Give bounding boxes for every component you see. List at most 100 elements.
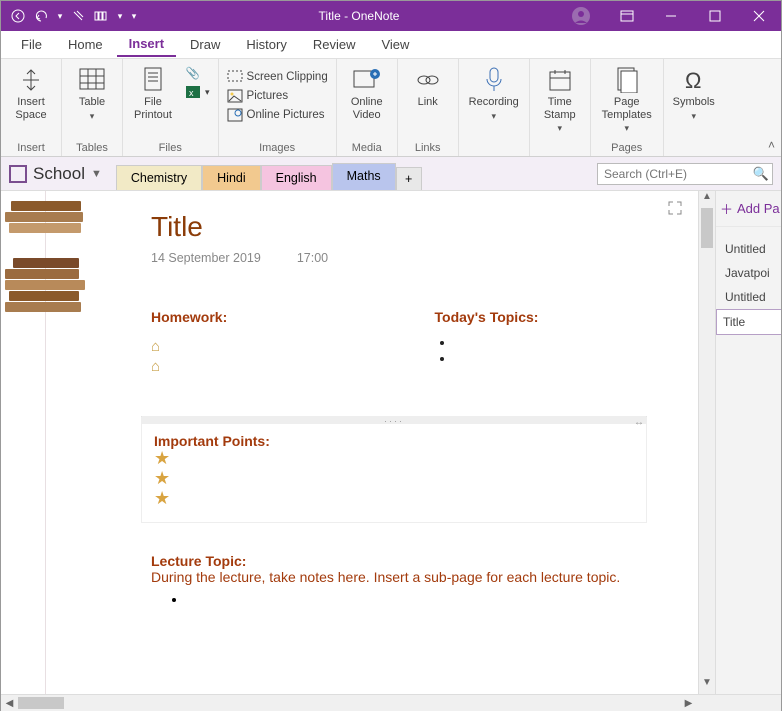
recording-button[interactable]: Recording (463, 62, 525, 121)
scroll-left-icon[interactable]: ◀ (1, 698, 18, 709)
time-stamp-button[interactable]: Time Stamp (534, 62, 586, 134)
pictures-button[interactable]: Pictures (223, 87, 332, 105)
group-links: Links (402, 142, 454, 156)
table-button[interactable]: Table (66, 62, 118, 121)
section-tabs: Chemistry Hindi English Maths + (116, 157, 422, 190)
page-templates-button[interactable]: Page Templates (595, 62, 659, 134)
lecture-topic-body[interactable]: During the lecture, take notes here. Ins… (151, 569, 678, 585)
add-page-button[interactable]: ＋Add Pa (716, 191, 781, 227)
page-list-item[interactable]: Untitled (716, 237, 781, 261)
search-input[interactable] (597, 163, 773, 185)
group-insert: Insert (5, 142, 57, 156)
scroll-down-icon[interactable]: ▼ (699, 677, 715, 694)
collapse-ribbon-icon[interactable]: ˄ (768, 138, 775, 152)
ribbon-tabs: File Home Insert Draw History Review Vie… (1, 31, 781, 59)
resize-handle-icon[interactable]: ↔ (634, 417, 644, 428)
homework-heading[interactable]: Homework: (151, 309, 395, 325)
window-controls (605, 1, 781, 31)
section-tab-chemistry[interactable]: Chemistry (116, 165, 202, 190)
online-video-button[interactable]: Online Video (341, 62, 393, 121)
star-icon: ★ (154, 469, 634, 489)
screen-clipping-icon (227, 69, 243, 85)
minimize-icon[interactable] (649, 1, 693, 31)
page-list-panel: ＋Add Pa Untitled Javatpoi Untitled Title (715, 191, 781, 694)
ribbon-mode-icon[interactable] (605, 1, 649, 31)
star-icon: ★ (154, 449, 634, 469)
window-title: Title - OneNote (147, 9, 571, 23)
close-icon[interactable] (737, 1, 781, 31)
account-icon[interactable] (571, 6, 605, 26)
homework-icons: ⌂ ⌂ (151, 337, 395, 376)
topics-list[interactable] (455, 335, 679, 367)
online-video-icon (353, 66, 381, 94)
plus-icon: ＋ (720, 199, 733, 218)
page-list-item[interactable]: Javatpoi (716, 261, 781, 285)
scroll-right-icon[interactable]: ▶ (680, 698, 697, 709)
recording-icon (480, 66, 508, 94)
symbols-button[interactable]: Ω Symbols (668, 62, 720, 121)
group-media: Media (341, 142, 393, 156)
horizontal-scrollbar[interactable]: ◀ ▶ (1, 694, 781, 711)
scroll-thumb[interactable] (701, 208, 713, 248)
page-time[interactable]: 17:00 (297, 251, 328, 265)
dock-dropdown-icon[interactable]: ▾ (115, 5, 125, 27)
vertical-scrollbar[interactable]: ▲ ▼ (698, 191, 715, 694)
tab-review[interactable]: Review (301, 33, 368, 56)
back-icon[interactable] (7, 5, 29, 27)
online-pictures-icon (227, 107, 243, 123)
house-icon: ⌂ (151, 337, 395, 357)
lecture-topic-heading[interactable]: Lecture Topic: (151, 553, 678, 569)
title-bar: ▾ ▾ ▾ Title - OneNote (1, 1, 781, 31)
insert-space-button[interactable]: Insert Space (5, 62, 57, 121)
screen-clipping-button[interactable]: Screen Clipping (223, 68, 332, 86)
section-tab-english[interactable]: English (261, 165, 332, 190)
group-tables: Tables (66, 142, 118, 156)
tab-insert[interactable]: Insert (117, 32, 176, 57)
tab-file[interactable]: File (9, 33, 54, 56)
notebook-picker[interactable]: School ▼ (9, 164, 110, 184)
group-timestamp (534, 142, 586, 156)
file-printout-icon (139, 66, 167, 94)
container-grip[interactable]: ···· (142, 416, 646, 424)
pin-icon[interactable] (67, 5, 89, 27)
page-title[interactable]: Title (151, 211, 678, 243)
page-canvas[interactable]: Title 14 September 2019 17:00 Homework: … (1, 191, 698, 694)
undo-icon[interactable] (31, 5, 53, 27)
search-icon[interactable]: 🔍 (753, 166, 769, 182)
qat-customize-icon[interactable]: ▾ (127, 5, 141, 27)
ribbon: Insert Space Insert Table Tables File Pr… (1, 59, 781, 157)
spreadsheet-button[interactable]: x▾ (181, 83, 214, 101)
link-button[interactable]: Link (402, 62, 454, 109)
page-meta: 14 September 2019 17:00 (151, 251, 678, 265)
star-bullets: ★ ★ ★ (154, 449, 634, 508)
house-icon: ⌂ (151, 357, 395, 377)
maximize-icon[interactable] (693, 1, 737, 31)
svg-text:x: x (189, 88, 194, 98)
undo-dropdown-icon[interactable]: ▾ (55, 5, 65, 27)
tab-home[interactable]: Home (56, 33, 115, 56)
page-list-item-selected[interactable]: Title (716, 309, 781, 335)
section-tab-maths[interactable]: Maths (332, 163, 396, 190)
important-points-container[interactable]: ···· ↔ Important Points: ★ ★ ★ (141, 416, 647, 523)
notebook-icon (9, 165, 27, 183)
tab-history[interactable]: History (234, 33, 298, 56)
page-list-item[interactable]: Untitled (716, 285, 781, 309)
important-points-heading[interactable]: Important Points: (154, 433, 634, 449)
lecture-bullets[interactable] (187, 591, 678, 605)
online-pictures-button[interactable]: Online Pictures (223, 106, 332, 124)
todays-topics-heading[interactable]: Today's Topics: (435, 309, 679, 325)
file-printout-button[interactable]: File Printout (127, 62, 179, 121)
attachment-icon: 📎 (185, 65, 201, 81)
group-pages: Pages (595, 142, 659, 156)
scroll-thumb[interactable] (18, 697, 64, 709)
section-tab-hindi[interactable]: Hindi (202, 165, 261, 190)
dock-icon[interactable] (91, 5, 113, 27)
add-section-button[interactable]: + (396, 167, 422, 190)
page-date[interactable]: 14 September 2019 (151, 251, 261, 265)
scroll-up-icon[interactable]: ▲ (699, 191, 715, 208)
file-attachment-button[interactable]: 📎 (181, 64, 214, 82)
group-files: Files (127, 142, 214, 156)
tab-view[interactable]: View (369, 33, 421, 56)
tab-draw[interactable]: Draw (178, 33, 232, 56)
scroll-track[interactable] (18, 695, 680, 711)
